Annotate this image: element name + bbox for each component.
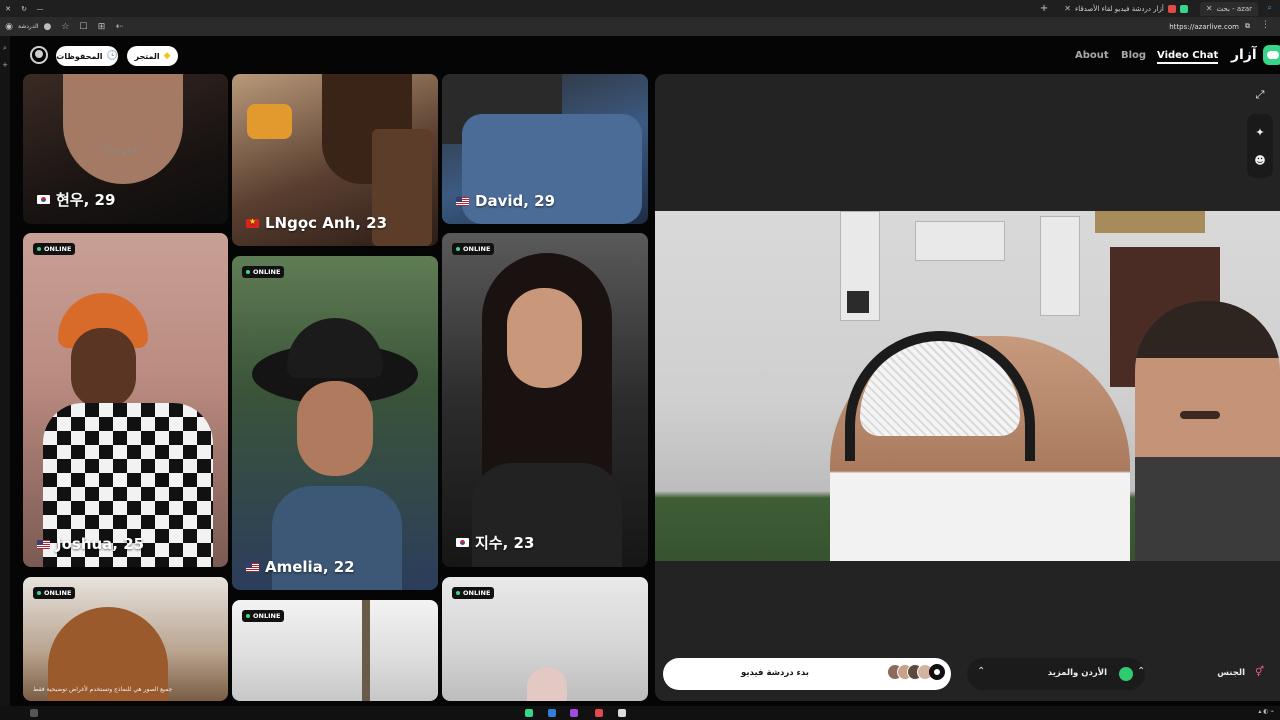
profile-icon[interactable]: ● — [38, 22, 56, 32]
azar-favicon-icon — [1179, 4, 1188, 13]
camera-preview — [655, 211, 1280, 561]
online-badge: ONLINE — [452, 243, 495, 255]
close-icon[interactable]: ✕ — [1206, 4, 1213, 13]
flag-us-icon — [246, 562, 259, 572]
profile-name: Amelia, 22 — [246, 558, 355, 576]
profile-name: 지수, 23 — [456, 532, 534, 553]
online-badge: ONLINE — [242, 266, 285, 278]
flag-kr-icon — [37, 195, 50, 204]
taskbar-app-icon[interactable] — [618, 709, 626, 717]
close-window-icon[interactable]: ✕ — [0, 5, 16, 13]
taskbar-app-icon[interactable] — [548, 709, 556, 717]
taskbar-app-icon[interactable] — [595, 709, 603, 717]
address-bar: ◉ الدردشة ● ☆ ☐ ⊞ ⇠ https://azarlive.com… — [0, 17, 1280, 36]
video-chat-panel: ⤢ ✦ ☻ بدء دردشة فيديو ⌃ الأردن والمزيد ⌃… — [655, 74, 1280, 701]
gem-icon: ◆ — [163, 51, 171, 61]
brand-logo[interactable]: آزار — [1231, 45, 1280, 65]
tab-azar-site[interactable]: ✕ أزار دردشة فيديو لقاء الأصدقاء — [1058, 2, 1194, 16]
os-taskbar: ▴ ◐ ⌁ — [0, 706, 1280, 720]
copy-icon[interactable]: ⧉ — [1245, 22, 1250, 31]
profile-card[interactable]: ONLINE جميع الصور هي للنماذج وتستخدم لأغ… — [23, 577, 228, 701]
back-icon[interactable]: ⇠ — [110, 22, 128, 32]
gender-label: الجنس — [1217, 668, 1245, 678]
disclaimer-text: جميع الصور هي للنماذج وتستخدم لأغراض توض… — [33, 686, 173, 693]
online-badge: ONLINE — [33, 243, 76, 255]
profile-card[interactable]: ONLINE Amelia, 22 — [232, 256, 438, 590]
taskbar-app-icon[interactable] — [570, 709, 578, 717]
search-icon[interactable]: ⌕ — [0, 44, 10, 53]
system-tray: ▴ ◐ ⌁ — [1258, 708, 1274, 715]
search-icon[interactable]: ⌕ — [1268, 3, 1272, 13]
chevron-up-icon: ⌃ — [977, 666, 986, 677]
tab-title: بحث - azar — [1216, 4, 1252, 13]
azar-logo-icon — [1262, 45, 1280, 65]
app-icon: ◉ — [5, 21, 13, 32]
online-badge: ONLINE — [242, 610, 285, 622]
record-icon — [1167, 4, 1176, 13]
tab-strip: + ✕ أزار دردشة فيديو لقاء الأصدقاء ✕ بحث… — [1040, 0, 1258, 17]
taskbar-app-icon[interactable] — [525, 709, 533, 717]
sidebar-label: الدردشة — [18, 23, 39, 30]
saved-label: المحفوظات — [56, 51, 103, 61]
region-selector[interactable]: ⌃ الأردن والمزيد — [967, 658, 1145, 690]
record-icon — [929, 664, 945, 680]
profile-card[interactable]: David, 29 — [442, 74, 648, 224]
profile-card[interactable]: ONLINE — [232, 600, 438, 701]
reload-icon[interactable]: ↻ — [16, 5, 32, 13]
nav-about[interactable]: About — [1075, 50, 1109, 61]
star-icon[interactable]: ☆ — [56, 22, 74, 32]
online-badge: ONLINE — [33, 587, 76, 599]
tab-search[interactable]: ✕ بحث - azar — [1199, 1, 1258, 16]
profile-name: LNgọc Anh, 23 — [246, 214, 387, 232]
expand-icon[interactable]: ⤢ — [1250, 85, 1270, 105]
start-video-chat-button[interactable]: بدء دردشة فيديو — [663, 658, 951, 690]
url-field[interactable]: https://azarlive.com ⧉ — [1169, 20, 1250, 33]
flag-kr-icon — [456, 538, 469, 547]
browser-tab-bar: ✕ ↻ — + ✕ أزار دردشة فيديو لقاء الأصدقاء… — [0, 0, 1280, 17]
saved-button[interactable]: المحفوظات 🕓 — [56, 46, 118, 66]
profile-card[interactable]: ONLINE Joshua, 25 — [23, 233, 228, 567]
flag-us-icon — [37, 539, 50, 549]
profile-name: David, 29 — [456, 192, 555, 210]
chevron-up-icon: ⌃ — [1137, 666, 1146, 677]
side-toolbar: ✦ ☻ — [1247, 114, 1273, 178]
nav-blog[interactable]: Blog — [1121, 50, 1146, 61]
flag-us-icon — [456, 196, 469, 206]
avatar-stack — [887, 664, 945, 680]
profile-grid: 현우, 29 ONLINE Joshua, 25 ONLINE جميع الص… — [23, 74, 650, 701]
face-filter-icon[interactable]: ☻ — [1250, 150, 1270, 170]
taskbar-app-icon[interactable] — [30, 709, 38, 717]
profile-name: Joshua, 25 — [37, 535, 144, 553]
flag-vn-icon — [246, 217, 259, 228]
store-label: المتجر — [134, 51, 160, 61]
nav-video-chat[interactable]: Video Chat — [1157, 50, 1219, 64]
profile-card[interactable]: ONLINE — [442, 577, 648, 701]
gender-icon: ⚥ — [1255, 667, 1265, 678]
gender-selector[interactable]: ⌃ الجنس ⚥ — [1125, 658, 1280, 690]
tab-title: أزار دردشة فيديو لقاء الأصدقاء — [1074, 4, 1164, 13]
store-button[interactable]: المتجر ◆ — [127, 46, 178, 66]
brand-name: آزار — [1231, 47, 1257, 63]
start-label: بدء دردشة فيديو — [741, 668, 809, 678]
azar-page: المحفوظات 🕓 المتجر ◆ About Blog Video Ch… — [10, 36, 1280, 706]
profile-name: 현우, 29 — [37, 189, 115, 210]
extension-icon[interactable]: ⋮ — [1261, 20, 1270, 30]
bookmark-icon[interactable]: ☐ — [74, 22, 92, 32]
split-icon[interactable]: ⊞ — [92, 22, 110, 32]
minimize-icon[interactable]: — — [32, 5, 48, 13]
close-icon[interactable]: ✕ — [1064, 4, 1071, 13]
browser-sidebar: ⌕ + — [0, 36, 10, 720]
url-text: https://azarlive.com — [1169, 22, 1239, 31]
clock-icon: 🕓 — [106, 51, 118, 61]
profile-card[interactable]: LNgọc Anh, 23 — [232, 74, 438, 246]
profile-card[interactable]: 현우, 29 — [23, 74, 228, 224]
sparkle-icon[interactable]: ✦ — [1250, 122, 1270, 142]
profile-card[interactable]: ONLINE 지수, 23 — [442, 233, 648, 567]
add-icon[interactable]: + — [0, 61, 10, 69]
user-avatar-icon[interactable] — [30, 46, 48, 64]
region-label: الأردن والمزيد — [1047, 668, 1107, 678]
online-badge: ONLINE — [452, 587, 495, 599]
new-tab-icon[interactable]: + — [1040, 3, 1048, 14]
